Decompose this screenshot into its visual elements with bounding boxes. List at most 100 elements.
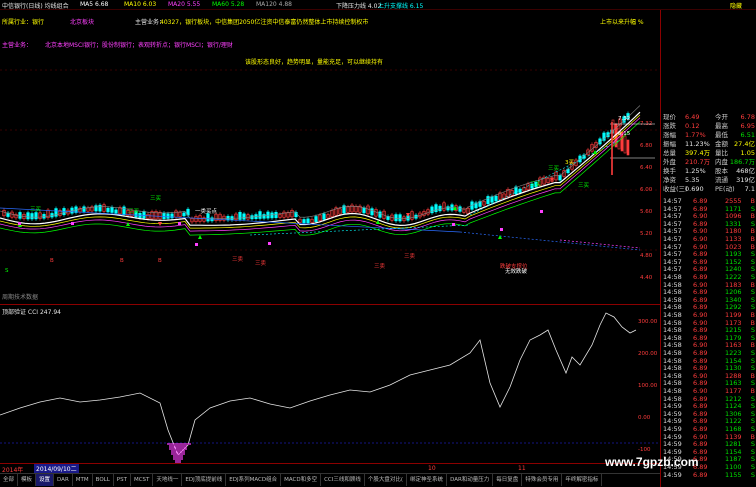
candle-body bbox=[458, 206, 462, 212]
indicator-tab[interactable]: 模板 bbox=[18, 474, 37, 486]
indicator-tab[interactable]: MCST bbox=[131, 474, 154, 486]
quote-value: 27.4亿 bbox=[734, 140, 755, 148]
signal-marker bbox=[71, 222, 74, 225]
price-axis-label: 5.20 bbox=[640, 231, 653, 237]
candle-body bbox=[314, 216, 318, 222]
candle-body bbox=[142, 211, 146, 219]
indicator-tab[interactable]: DAR bbox=[54, 474, 73, 486]
indicator-tab[interactable]: EDJ系列MACD组合 bbox=[226, 474, 282, 486]
title-bar: 中信银行(日线) 均线组合 MA5 6.68 MA10 6.03 MA20 5.55… bbox=[0, 0, 756, 10]
indicator-tab[interactable]: BOLL bbox=[93, 474, 114, 486]
candle-body bbox=[18, 212, 22, 219]
candle-body bbox=[258, 211, 262, 219]
candle-body bbox=[166, 213, 170, 219]
quote-label: 现价 bbox=[663, 113, 676, 121]
chart-annotation: 一类买点 bbox=[195, 207, 218, 215]
candle-body bbox=[322, 213, 326, 220]
chart-annotation: 三买 bbox=[30, 205, 42, 213]
signal-marker bbox=[178, 222, 181, 225]
chart-annotation: S bbox=[5, 268, 9, 274]
indicator-tab[interactable]: DAR和动量压力 bbox=[447, 474, 494, 486]
indicator-tab[interactable]: 每日复盘 bbox=[493, 474, 523, 486]
candle-body bbox=[82, 206, 86, 212]
quote-row: 涨幅 1.77% 最低 6.51 bbox=[663, 131, 755, 140]
quote-label: 净资 bbox=[663, 176, 676, 184]
chart-annotation: 6.15 bbox=[618, 131, 631, 137]
candle-body bbox=[26, 212, 30, 220]
quote-label: 流通 bbox=[715, 176, 728, 184]
candle-body bbox=[34, 212, 38, 220]
ma-legend-item: MA60 5.28 bbox=[212, 1, 245, 8]
quote-value: 11.23% bbox=[685, 140, 710, 148]
candle-body bbox=[370, 208, 374, 216]
chart-annotation: 三买 bbox=[128, 207, 140, 215]
chart-annotation: 3买 bbox=[565, 158, 574, 166]
indicator-tab[interactable]: MTM bbox=[73, 474, 93, 486]
chart-annotation: 三买 bbox=[150, 194, 162, 202]
signal-marker bbox=[18, 222, 21, 225]
time-month-11: 11 bbox=[518, 465, 526, 472]
quote-value: 210.7万 bbox=[685, 158, 711, 166]
candle-body bbox=[122, 206, 126, 215]
indicator-tab[interactable]: 年终解密指标 bbox=[562, 474, 603, 486]
signal-marker bbox=[540, 210, 543, 213]
indicator-tab[interactable]: CCI三线和顾线 bbox=[321, 474, 365, 486]
ma-line bbox=[0, 105, 641, 219]
quote-label: 内盘 bbox=[715, 158, 728, 166]
cci-axis-label: 200.00 bbox=[638, 351, 658, 357]
candle-body bbox=[106, 207, 110, 213]
indicator-tab[interactable]: 绑定神圣系统 bbox=[407, 474, 448, 486]
candle-body bbox=[274, 212, 278, 219]
indicator-tab[interactable]: EDJ顶底提前线 bbox=[182, 474, 227, 486]
pink-line bbox=[559, 239, 641, 249]
tick-time: 14:59 bbox=[663, 470, 682, 479]
signal-marker bbox=[500, 228, 503, 231]
candle-body bbox=[182, 212, 186, 217]
candle-body bbox=[558, 175, 562, 181]
quote-row: 现价 6.49 今开 6.78 bbox=[663, 113, 755, 122]
quote-value: 397.4万 bbox=[685, 149, 711, 157]
candle-body bbox=[434, 204, 438, 213]
quote-label: 最低 bbox=[715, 131, 728, 139]
signal-arrow bbox=[126, 222, 130, 226]
indicator-tab[interactable]: 设置 bbox=[36, 474, 55, 486]
quote-value: 186.7万 bbox=[729, 158, 755, 166]
quote-label: 总量 bbox=[663, 149, 676, 157]
support-line-label: 上升支撑线 6.15 bbox=[378, 3, 424, 10]
price-axis-label: 6.00 bbox=[640, 187, 653, 193]
chart-annotation: B bbox=[120, 258, 124, 264]
candle-body bbox=[626, 139, 630, 156]
quote-label: 换手 bbox=[663, 167, 676, 175]
indicator-title: 顶部验证 CCI 247.94 bbox=[2, 309, 61, 316]
quote-row: 总量 397.4万 量比 1.05 bbox=[663, 149, 755, 158]
cci-svg: 300.00 200.00 100.00 0.00 -100 bbox=[0, 312, 660, 463]
indicator-tab[interactable]: MACD和多空 bbox=[281, 474, 322, 486]
price-axis-label: 5.60 bbox=[640, 209, 653, 215]
candle-body bbox=[302, 219, 306, 224]
indicator-tab[interactable]: 全部 bbox=[0, 474, 19, 486]
indicator-tab-bar: 全部 模板 设置 DAR MTM BOLL PST MCST 天地线一 EDJ顶底提前线 EDJ系列… bbox=[0, 473, 660, 487]
quote-value: 319亿 bbox=[736, 176, 755, 184]
quote-label: 最高 bbox=[715, 122, 728, 130]
indicator-tab[interactable]: PST bbox=[114, 474, 131, 486]
kline-chart[interactable]: 7.32 6.80 6.40 6.00 5.60 5.20 4.80 4.40 三买 三买 三买 一类… bbox=[0, 10, 660, 305]
quote-row: 涨跌 0.12 最高 6.95 bbox=[663, 122, 755, 131]
hide-button[interactable]: 隐藏 bbox=[730, 1, 742, 10]
quote-value: 6.51 bbox=[740, 131, 755, 139]
ma-legend-item: MA120 4.88 bbox=[256, 1, 292, 8]
price-axis-label: 4.80 bbox=[640, 253, 653, 259]
candle-body bbox=[162, 212, 166, 220]
indicator-tab[interactable]: 个股大盘对比( bbox=[365, 474, 408, 486]
cci-indicator-panel[interactable]: 300.00 200.00 100.00 0.00 -100 顶部验证 CCI 247.… bbox=[0, 305, 660, 463]
indicator-tab[interactable]: 特殊会员专用 bbox=[522, 474, 563, 486]
stock-title: 中信银行(日线) 均线组合 bbox=[2, 3, 69, 10]
chart-annotation: 三买 bbox=[548, 164, 560, 172]
quote-label: 量比 bbox=[715, 149, 728, 157]
indicator-tab[interactable]: 天地线一 bbox=[153, 474, 183, 486]
cci-axis-label: 100.00 bbox=[638, 383, 658, 389]
tick-row: 14:59 6.89 1155 S bbox=[663, 471, 755, 480]
candle-body bbox=[238, 211, 242, 220]
candle-body bbox=[438, 205, 442, 212]
quote-value: 6.78 bbox=[740, 113, 755, 121]
quote-value: 5.35 bbox=[685, 176, 700, 184]
